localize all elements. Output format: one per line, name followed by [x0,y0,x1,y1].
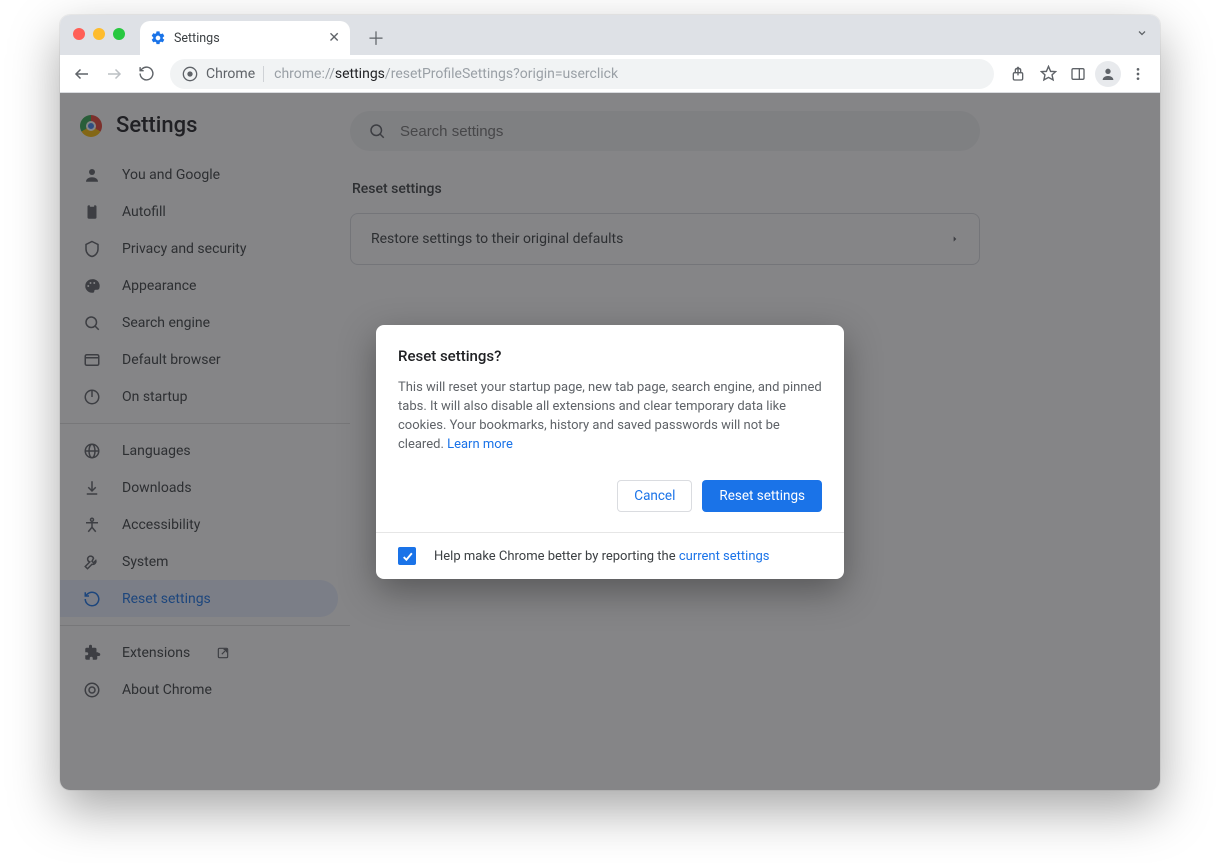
omnibox-divider [263,66,264,82]
tab-close-icon[interactable]: ✕ [328,30,340,46]
window-close-button[interactable] [73,28,85,40]
side-panel-button[interactable] [1064,60,1092,88]
dialog-description: This will reset your startup page, new t… [398,379,822,454]
page-content: Settings You and Google Autofill Privacy… [60,93,1160,790]
window-maximize-button[interactable] [113,28,125,40]
tabs-dropdown-icon[interactable] [1136,27,1148,39]
current-settings-link[interactable]: current settings [679,549,770,564]
menu-button[interactable] [1124,60,1152,88]
chrome-page-icon [182,66,198,82]
tab-title: Settings [174,31,220,46]
new-tab-button[interactable]: ＋ [362,24,390,52]
url-context-label: Chrome [206,66,255,82]
learn-more-link[interactable]: Learn more [447,437,513,452]
browser-window: Settings ✕ ＋ Chrome [60,15,1160,790]
report-settings-checkbox[interactable] [398,547,416,565]
window-controls [73,28,125,40]
reload-button[interactable] [132,60,160,88]
browser-tab-settings[interactable]: Settings ✕ [140,21,350,55]
reset-settings-dialog: Reset settings? This will reset your sta… [376,325,844,579]
bookmark-button[interactable] [1034,60,1062,88]
back-button[interactable] [68,60,96,88]
modal-overlay: Reset settings? This will reset your sta… [60,93,1160,790]
url-text: chrome://settings/resetProfileSettings?o… [274,66,618,82]
dialog-footer-text: Help make Chrome better by reporting the… [434,549,770,564]
address-bar[interactable]: Chrome chrome://settings/resetProfileSet… [170,59,994,89]
gear-icon [150,30,166,46]
dialog-title: Reset settings? [398,347,822,365]
window-minimize-button[interactable] [93,28,105,40]
browser-toolbar: Chrome chrome://settings/resetProfileSet… [60,55,1160,93]
reset-settings-button[interactable]: Reset settings [702,480,822,512]
tab-strip: Settings ✕ ＋ [60,15,1160,55]
profile-button[interactable] [1094,60,1122,88]
cancel-button[interactable]: Cancel [617,480,692,512]
forward-button[interactable] [100,60,128,88]
share-button[interactable] [1004,60,1032,88]
